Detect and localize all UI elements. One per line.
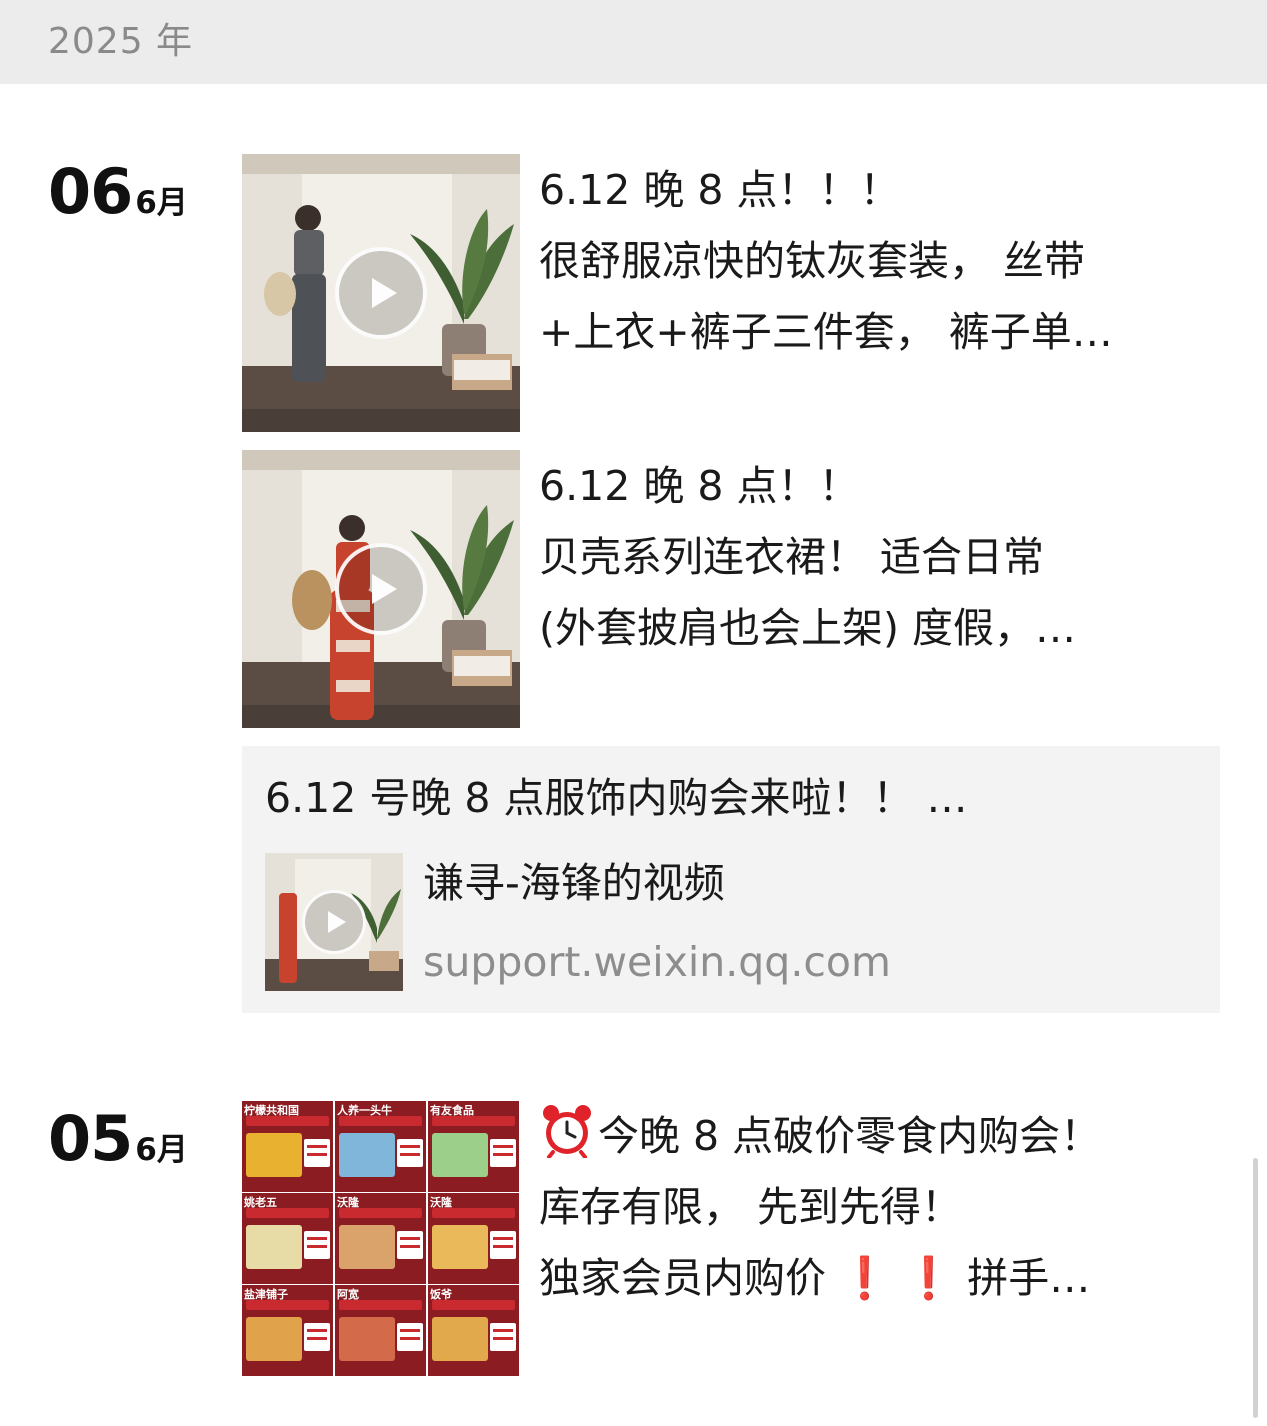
post-text: 6.12 晚 8 点！！ 贝壳系列连衣裙！ 适合日常 (外套披肩也会上架) 度假…	[539, 451, 1204, 664]
grid-image[interactable]: 沃隆	[428, 1193, 519, 1284]
date-day: 05	[48, 1102, 133, 1175]
post-text: 今晚 8 点破价零食内购会！ 库存有限， 先到先得！ 独家会员内购价 ❗ ❗ 拼…	[539, 1101, 1204, 1314]
post-line-text: 拼手…	[967, 1254, 1091, 1302]
post-line-text: 独家会员内购价	[539, 1254, 826, 1302]
video-thumbnail[interactable]	[242, 154, 520, 432]
post-line-text: 今晚 8 点破价零食内购会！	[598, 1112, 1102, 1160]
post-line: (外套披肩也会上架) 度假，…	[539, 604, 1077, 652]
image-grid[interactable]: 柠檬共和国 人养一头牛 有友食品 姚老五 沃隆 沃隆 盐津铺子 阿宽 饭爷	[242, 1101, 520, 1377]
grid-image[interactable]: 人养一头牛	[335, 1101, 426, 1192]
grid-image[interactable]: 阿宽	[335, 1285, 426, 1376]
grid-image[interactable]: 有友食品	[428, 1101, 519, 1192]
post-line: 很舒服凉快的钛灰套装， 丝带	[539, 237, 1086, 285]
date-label: 056月	[48, 1102, 188, 1175]
grid-image[interactable]: 饭爷	[428, 1285, 519, 1376]
post-line: 贝壳系列连衣裙！ 适合日常	[539, 533, 1045, 581]
moment-post[interactable]: 6.12 晚 8 点！！ 贝壳系列连衣裙！ 适合日常 (外套披肩也会上架) 度假…	[242, 450, 1222, 728]
moment-post[interactable]: 6.12 晚 8 点！！！ 很舒服凉快的钛灰套装， 丝带 +上衣+裤子三件套， …	[242, 154, 1222, 432]
shared-link-card[interactable]: 6.12 号晚 8 点服饰内购会来啦！！ … 谦寻-海锋的视频 support.…	[242, 746, 1220, 1013]
grid-image[interactable]: 盐津铺子	[242, 1285, 333, 1376]
scrollbar[interactable]	[1253, 1158, 1258, 1418]
post-line: 独家会员内购价 ❗ ❗ 拼手…	[539, 1243, 1204, 1314]
play-icon	[335, 247, 427, 339]
link-thumbnail	[265, 853, 403, 991]
post-line: 库存有限， 先到先得！	[539, 1183, 963, 1231]
alarm-clock-icon	[543, 1105, 591, 1158]
post-line: +上衣+裤子三件套， 裤子单…	[539, 308, 1113, 356]
grid-image[interactable]: 沃隆	[335, 1193, 426, 1284]
exclamation-icon: ❗	[839, 1254, 891, 1302]
year-header: 2025 年	[0, 0, 1267, 84]
grid-image[interactable]: 姚老五	[242, 1193, 333, 1284]
date-label: 066月	[48, 155, 188, 228]
share-title: 6.12 号晚 8 点服饰内购会来啦！！ …	[265, 774, 968, 822]
video-thumbnail[interactable]	[242, 450, 520, 728]
moment-post[interactable]: 柠檬共和国 人养一头牛 有友食品 姚老五 沃隆 沃隆 盐津铺子 阿宽 饭爷 今晚…	[242, 1101, 1222, 1377]
exclamation-icon: ❗	[903, 1254, 955, 1302]
grid-image[interactable]: 柠檬共和国	[242, 1101, 333, 1192]
play-icon	[302, 890, 366, 954]
post-line: 今晚 8 点破价零食内购会！	[539, 1101, 1204, 1172]
date-month: 6月	[135, 1132, 188, 1168]
play-icon	[335, 543, 427, 635]
date-month: 6月	[135, 185, 188, 221]
post-text: 6.12 晚 8 点！！！ 很舒服凉快的钛灰套装， 丝带 +上衣+裤子三件套， …	[539, 155, 1204, 368]
post-line: 6.12 晚 8 点！！！	[539, 166, 901, 214]
share-url: support.weixin.qq.com	[423, 938, 891, 986]
share-source: 谦寻-海锋的视频	[423, 859, 725, 907]
date-day: 06	[48, 155, 133, 228]
post-line: 6.12 晚 8 点！！	[539, 462, 860, 510]
year-label: 2025 年	[48, 21, 194, 62]
